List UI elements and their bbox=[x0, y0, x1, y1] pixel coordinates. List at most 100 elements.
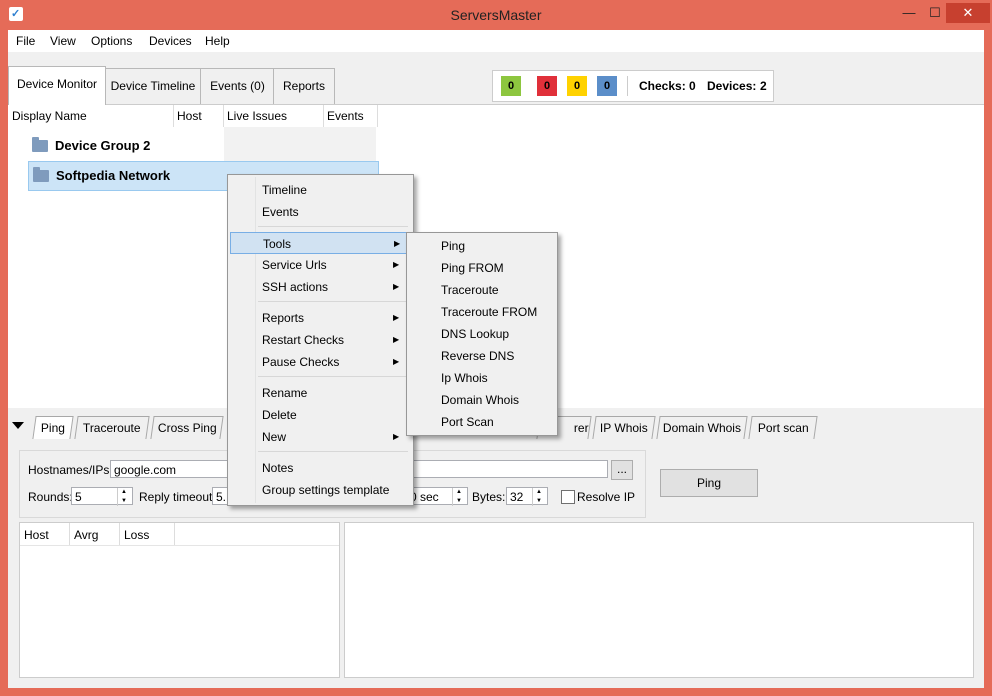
menu-item-label: Port Scan bbox=[441, 415, 494, 429]
bytes-spinner[interactable] bbox=[532, 488, 547, 506]
column-host[interactable]: Host bbox=[24, 528, 49, 542]
reply-timeout-label: Reply timeout: bbox=[139, 490, 216, 504]
tools-submenu: Ping Ping FROM Traceroute Traceroute FRO… bbox=[406, 232, 558, 436]
tab-ip-whois[interactable]: IP Whois bbox=[592, 416, 656, 439]
minimize-button[interactable]: — bbox=[896, 3, 922, 23]
menu-separator bbox=[258, 451, 408, 452]
menu-item-pause-checks[interactable]: Pause Checks ▶ bbox=[230, 351, 411, 373]
bytes-input[interactable]: 32 bbox=[506, 487, 548, 506]
tab-domain-whois[interactable]: Domain Whois bbox=[656, 416, 748, 439]
menu-item-delete[interactable]: Delete bbox=[230, 404, 411, 426]
tab-ping[interactable]: Ping bbox=[32, 416, 74, 439]
column-live-issues[interactable]: Live Issues bbox=[227, 109, 287, 123]
menu-item-label: SSH actions bbox=[262, 280, 329, 294]
bytes-label: Bytes: bbox=[472, 490, 506, 504]
bytes-value: 32 bbox=[510, 490, 524, 504]
rounds-spinner[interactable] bbox=[117, 488, 132, 506]
tab-cross-ping-label: Cross Ping bbox=[157, 421, 217, 435]
column-separator bbox=[223, 105, 224, 127]
checks-value: 0 bbox=[689, 79, 696, 93]
menu-options[interactable]: Options bbox=[91, 34, 132, 48]
devices-label: Devices: bbox=[707, 79, 757, 93]
browse-button[interactable]: ... bbox=[611, 460, 633, 480]
tab-ping-label: Ping bbox=[40, 421, 65, 435]
interval-spinner[interactable] bbox=[452, 488, 467, 506]
menu-item-label: Reverse DNS bbox=[441, 349, 515, 363]
menu-item-domain-whois[interactable]: Domain Whois bbox=[409, 389, 555, 411]
column-loss[interactable]: Loss bbox=[124, 528, 149, 542]
interval-input[interactable]: 0 sec bbox=[406, 487, 468, 506]
tab-device-monitor[interactable]: Device Monitor bbox=[8, 66, 106, 105]
tree-row-label: Softpedia Network bbox=[56, 168, 171, 183]
menu-item-new[interactable]: New ▶ bbox=[230, 426, 411, 448]
menu-item-service-urls[interactable]: Service Urls ▶ bbox=[230, 254, 411, 276]
devices-value: 2 bbox=[760, 79, 767, 93]
menu-item-tools[interactable]: Tools ▶ bbox=[230, 232, 411, 254]
submenu-arrow-icon: ▶ bbox=[393, 282, 400, 291]
menu-item-ping[interactable]: Ping bbox=[409, 235, 555, 257]
menu-item-ping-from[interactable]: Ping FROM bbox=[409, 257, 555, 279]
column-separator bbox=[174, 523, 175, 545]
column-display-name[interactable]: Display Name bbox=[12, 109, 87, 123]
ping-results-table: Host Avrg Loss bbox=[19, 522, 340, 678]
tab-device-timeline[interactable]: Device Timeline bbox=[104, 68, 202, 104]
menu-item-label: Timeline bbox=[262, 183, 307, 197]
column-host[interactable]: Host bbox=[177, 109, 202, 123]
menu-file[interactable]: File bbox=[16, 34, 35, 48]
submenu-arrow-icon: ▶ bbox=[393, 432, 400, 441]
menu-item-label: Events bbox=[262, 205, 299, 219]
tab-domain-whois-label: Domain Whois bbox=[662, 421, 741, 435]
menu-item-label: Pause Checks bbox=[262, 355, 340, 369]
menu-item-label: Ip Whois bbox=[441, 371, 488, 385]
tab-traceroute[interactable]: Traceroute bbox=[74, 416, 150, 439]
menu-item-traceroute-from[interactable]: Traceroute FROM bbox=[409, 301, 555, 323]
folder-icon bbox=[33, 167, 49, 182]
tab-port-scan[interactable]: Port scan bbox=[748, 416, 818, 439]
status-badge-info: 0 bbox=[597, 76, 617, 96]
window-title: ServersMaster bbox=[450, 7, 542, 23]
menu-item-label: Ping bbox=[441, 239, 466, 253]
menu-devices[interactable]: Devices bbox=[149, 34, 192, 48]
ping-button[interactable]: Ping bbox=[660, 469, 758, 497]
menu-item-label: Traceroute FROM bbox=[441, 305, 538, 319]
submenu-arrow-icon: ▶ bbox=[393, 260, 400, 269]
tree-row-device-group-2[interactable]: Device Group 2 bbox=[28, 132, 377, 160]
resolve-ip-checkbox[interactable] bbox=[561, 490, 575, 504]
tab-reports[interactable]: Reports bbox=[273, 68, 335, 104]
menu-item-label: Domain Whois bbox=[441, 393, 520, 407]
submenu-arrow-icon: ▶ bbox=[393, 357, 400, 366]
status-badge-error: 0 bbox=[537, 76, 557, 96]
tab-cross-ping[interactable]: Cross Ping bbox=[150, 416, 224, 439]
ping-output-area[interactable] bbox=[344, 522, 974, 678]
menu-item-notes[interactable]: Notes bbox=[230, 457, 411, 479]
collapse-arrow-icon[interactable] bbox=[12, 422, 24, 429]
menu-item-restart-checks[interactable]: Restart Checks ▶ bbox=[230, 329, 411, 351]
column-separator bbox=[173, 105, 174, 127]
menu-item-label: Delete bbox=[262, 408, 297, 422]
menu-item-reverse-dns[interactable]: Reverse DNS bbox=[409, 345, 555, 367]
column-separator bbox=[323, 105, 324, 127]
menu-item-rename[interactable]: Rename bbox=[230, 382, 411, 404]
menu-item-ip-whois[interactable]: Ip Whois bbox=[409, 367, 555, 389]
rounds-input[interactable]: 5 bbox=[71, 487, 133, 506]
tab-events[interactable]: Events (0) bbox=[200, 68, 275, 104]
menu-help[interactable]: Help bbox=[205, 34, 230, 48]
menu-item-label: Rename bbox=[262, 386, 308, 400]
menu-item-group-settings-template[interactable]: Group settings template bbox=[230, 479, 411, 501]
menu-item-events[interactable]: Events bbox=[230, 201, 411, 223]
menu-item-ssh-actions[interactable]: SSH actions ▶ bbox=[230, 276, 411, 298]
menu-item-label: Notes bbox=[262, 461, 294, 475]
menu-item-reports[interactable]: Reports ▶ bbox=[230, 307, 411, 329]
main-tabs: Device Monitor Device Timeline Events (0… bbox=[8, 52, 984, 105]
close-button[interactable]: ✕ bbox=[946, 3, 990, 23]
menu-item-dns-lookup[interactable]: DNS Lookup bbox=[409, 323, 555, 345]
tree-row-label: Device Group 2 bbox=[55, 138, 151, 153]
column-events[interactable]: Events bbox=[327, 109, 364, 123]
column-avrg[interactable]: Avrg bbox=[74, 528, 98, 542]
maximize-button[interactable]: ☐ bbox=[922, 3, 948, 23]
menu-item-traceroute[interactable]: Traceroute bbox=[409, 279, 555, 301]
menu-item-label: Traceroute bbox=[441, 283, 499, 297]
menu-item-port-scan[interactable]: Port Scan bbox=[409, 411, 555, 433]
menu-item-timeline[interactable]: Timeline bbox=[230, 179, 411, 201]
menu-view[interactable]: View bbox=[50, 34, 76, 48]
